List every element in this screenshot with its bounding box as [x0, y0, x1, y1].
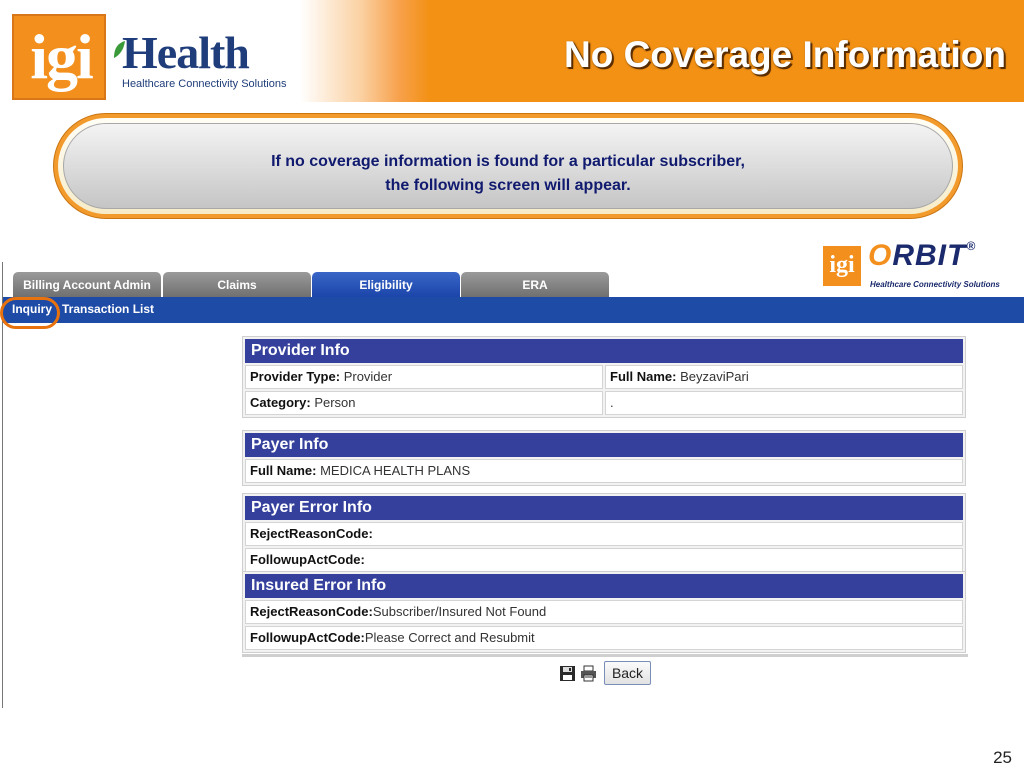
payer-full-name-label: Full Name:	[250, 463, 317, 478]
content-divider	[242, 654, 968, 657]
payer-full-name-value: MEDICA HEALTH PLANS	[320, 463, 471, 478]
tab-era[interactable]: ERA	[461, 272, 609, 298]
logo-prefix: igi	[30, 21, 94, 92]
igi-logo-mark: igi	[12, 14, 106, 100]
category-cell: Category: Person	[245, 391, 603, 415]
highlight-ring	[0, 297, 60, 329]
provider-type-label: Provider Type:	[250, 369, 341, 384]
insured-reject-reason-cell: RejectReasonCode:Subscriber/Insured Not …	[245, 600, 963, 624]
provider-full-name-value: BeyzaviPari	[680, 369, 749, 384]
callout: If no coverage information is found for …	[53, 113, 963, 219]
payer-reject-reason-label: RejectReasonCode:	[250, 526, 373, 541]
empty-cell: .	[605, 391, 963, 415]
orbit-o: O	[868, 239, 893, 272]
registered-mark: ®	[966, 239, 977, 253]
insured-followup-value: Please Correct and Resubmit	[364, 630, 535, 645]
payer-info-header: Payer Info	[245, 433, 963, 457]
tab-claims[interactable]: Claims	[163, 272, 311, 298]
insured-reject-reason-label: RejectReasonCode:	[250, 604, 373, 619]
logo-tagline: Healthcare Connectivity Solutions	[122, 78, 287, 90]
tab-eligibility[interactable]: Eligibility	[312, 272, 460, 298]
table-row: Full Name: MEDICA HEALTH PLANS	[245, 459, 963, 483]
callout-frame: If no coverage information is found for …	[58, 118, 958, 214]
callout-body: If no coverage information is found for …	[63, 123, 953, 209]
category-value: Person	[314, 395, 356, 410]
table-row: RejectReasonCode:Subscriber/Insured Not …	[245, 600, 963, 624]
payer-reject-reason-cell: RejectReasonCode:	[245, 522, 963, 546]
subnav-transaction-list[interactable]: Transaction List	[62, 302, 154, 316]
provider-full-name-cell: Full Name: BeyzaviPari	[605, 365, 963, 389]
provider-type-value: Provider	[343, 369, 393, 384]
orbit-logo: igi ORBIT® Healthcare Connectivity Solut…	[823, 238, 1023, 290]
table-row: Provider Type: Provider Full Name: Beyza…	[245, 365, 963, 389]
logo-name: Health	[122, 27, 250, 78]
insured-error-info-header: Insured Error Info	[245, 574, 963, 598]
insured-followup-cell: FollowupActCode:Please Correct and Resub…	[245, 626, 963, 650]
payer-full-name-cell: Full Name: MEDICA HEALTH PLANS	[245, 459, 963, 483]
empty-cell-value: .	[610, 395, 614, 410]
subnav-bar: Inquiry Transaction List	[3, 297, 1024, 323]
orbit-tagline: Healthcare Connectivity Solutions	[870, 280, 1000, 289]
table-row: FollowupActCode:	[245, 548, 963, 572]
table-row: Category: Person .	[245, 391, 963, 415]
orbit-logo-mark: igi	[823, 246, 861, 286]
payer-followup-cell: FollowupActCode:	[245, 548, 963, 572]
slide-header: igi Health Healthcare Connectivity Solut…	[0, 0, 1024, 102]
provider-type-cell: Provider Type: Provider	[245, 365, 603, 389]
page-number: 25	[993, 748, 1012, 767]
payer-error-info-header: Payer Error Info	[245, 496, 963, 520]
callout-line-2: the following screen will appear.	[385, 177, 631, 194]
payer-error-info-section: Payer Error Info RejectReasonCode: Follo…	[242, 493, 966, 575]
insured-reject-reason-value: Subscriber/Insured Not Found	[372, 604, 547, 619]
payer-info-section: Payer Info Full Name: MEDICA HEALTH PLAN…	[242, 430, 966, 486]
tab-billing-account-admin[interactable]: Billing Account Admin	[13, 272, 161, 298]
app-screenshot: igi ORBIT® Healthcare Connectivity Solut…	[0, 230, 1024, 708]
callout-line-1: If no coverage information is found for …	[271, 153, 745, 170]
table-row: FollowupActCode:Please Correct and Resub…	[245, 626, 963, 650]
floppy-disk-icon[interactable]	[559, 665, 576, 682]
app-left-border	[2, 262, 3, 708]
callout-text: If no coverage information is found for …	[64, 150, 952, 198]
slide-title: No Coverage Information	[564, 34, 1006, 75]
back-button[interactable]: Back	[604, 661, 651, 685]
printer-icon[interactable]	[580, 665, 597, 682]
provider-info-header: Provider Info	[245, 339, 963, 363]
orbit-wordmark: ORBIT®	[868, 239, 976, 273]
insured-error-info-section: Insured Error Info RejectReasonCode:Subs…	[242, 571, 966, 653]
table-row: RejectReasonCode:	[245, 522, 963, 546]
provider-info-section: Provider Info Provider Type: Provider Fu…	[242, 336, 966, 418]
payer-followup-label: FollowupActCode:	[250, 552, 365, 567]
category-label: Category:	[250, 395, 311, 410]
orbit-rest: RBIT	[892, 239, 967, 272]
provider-full-name-label: Full Name:	[610, 369, 677, 384]
insured-followup-label: FollowupActCode:	[250, 630, 365, 645]
